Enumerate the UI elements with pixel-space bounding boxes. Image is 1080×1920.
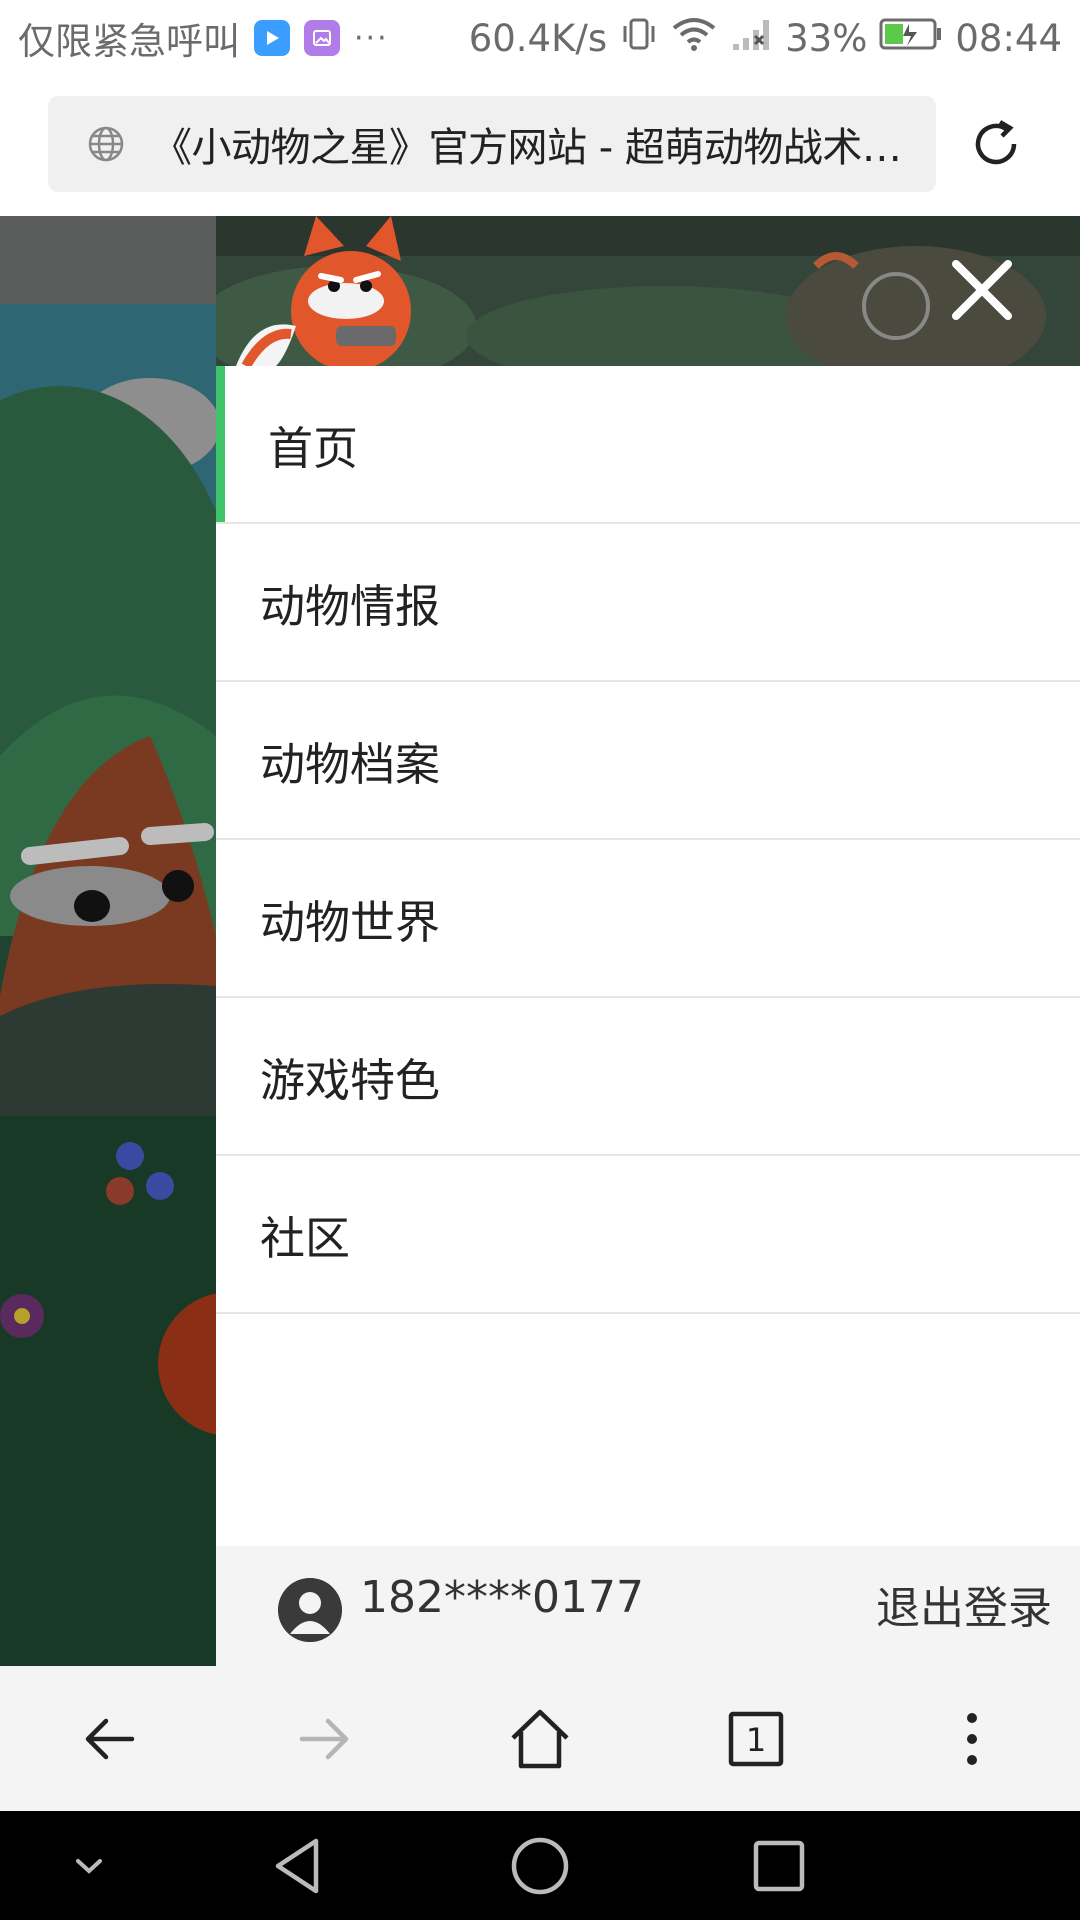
status-bar-left: 仅限紧急呼叫 ··· — [18, 0, 389, 76]
url-field[interactable]: 《小动物之星》官方网站 - 超萌动物战术竞技游戏 — [48, 96, 936, 192]
collapse-icon[interactable] — [56, 1833, 122, 1899]
background-artwork — [0, 216, 216, 1666]
carrier-text: 仅限紧急呼叫 — [18, 20, 240, 63]
web-page: 首页 动物情报 动物档案 动物世界 游戏特色 社区 182****0177 退出… — [0, 216, 1080, 1666]
address-bar: 《小动物之星》官方网站 - 超萌动物战术竞技游戏 — [0, 76, 1080, 216]
back-icon[interactable] — [74, 1704, 144, 1774]
menu-item-animal-world[interactable]: 动物世界 — [216, 840, 1080, 998]
drawer-menu: 首页 动物情报 动物档案 动物世界 游戏特色 社区 — [216, 366, 1080, 1314]
more-notifications: ··· — [354, 20, 389, 56]
account-footer: 182****0177 退出登录 — [216, 1546, 1080, 1666]
reload-icon[interactable] — [966, 114, 1026, 174]
menu-item-label: 社区 — [260, 1211, 351, 1265]
menu-item-label: 游戏特色 — [260, 1053, 441, 1107]
menu-item-animal-archive[interactable]: 动物档案 — [216, 682, 1080, 840]
menu-item-game-features[interactable]: 游戏特色 — [216, 998, 1080, 1156]
globe-icon — [86, 124, 126, 164]
gallery-app-icon — [304, 20, 340, 56]
menu-item-animal-intel[interactable]: 动物情报 — [216, 524, 1080, 682]
close-icon[interactable] — [946, 254, 1018, 326]
active-indicator — [216, 366, 225, 522]
forward-icon[interactable] — [290, 1704, 360, 1774]
logout-button[interactable]: 退出登录 — [876, 1572, 1052, 1636]
tabs-icon[interactable]: 1 — [721, 1704, 791, 1774]
more-icon[interactable] — [937, 1704, 1007, 1774]
back-triangle-icon[interactable] — [266, 1833, 332, 1899]
menu-item-label: 首页 — [268, 421, 359, 475]
menu-item-label: 动物档案 — [260, 737, 441, 791]
clock: 08:44 — [955, 16, 1062, 60]
menu-item-label: 动物情报 — [260, 579, 441, 633]
video-app-icon — [254, 20, 290, 56]
network-speed: 60.4K/s — [468, 16, 608, 60]
status-bar: 仅限紧急呼叫 ··· 60.4K/s 33% 08:44 — [0, 0, 1080, 76]
recents-square-icon[interactable] — [746, 1833, 812, 1899]
menu-item-community[interactable]: 社区 — [216, 1156, 1080, 1314]
browser-toolbar: 1 — [0, 1666, 1080, 1811]
wifi-icon — [671, 14, 717, 63]
home-circle-icon[interactable] — [507, 1833, 573, 1899]
menu-item-home[interactable]: 首页 — [216, 366, 1080, 524]
vibrate-icon — [619, 14, 659, 63]
tab-count: 1 — [746, 1721, 766, 1759]
avatar — [278, 1578, 342, 1642]
home-icon[interactable] — [505, 1704, 575, 1774]
signal-icon — [729, 14, 773, 63]
navigation-drawer: 首页 动物情报 动物档案 动物世界 游戏特色 社区 182****0177 退出… — [216, 216, 1080, 1666]
page-title: 《小动物之星》官方网站 - 超萌动物战术竞技游戏 — [152, 125, 912, 171]
battery-charging-icon — [879, 16, 943, 61]
status-bar-right: 60.4K/s 33% 08:44 — [469, 0, 1062, 76]
account-phone: 182****0177 — [360, 1572, 644, 1623]
menu-item-label: 动物世界 — [260, 895, 441, 949]
system-nav-bar — [0, 1811, 1080, 1920]
drawer-banner — [216, 216, 1080, 366]
battery-percent: 33% — [785, 16, 868, 60]
